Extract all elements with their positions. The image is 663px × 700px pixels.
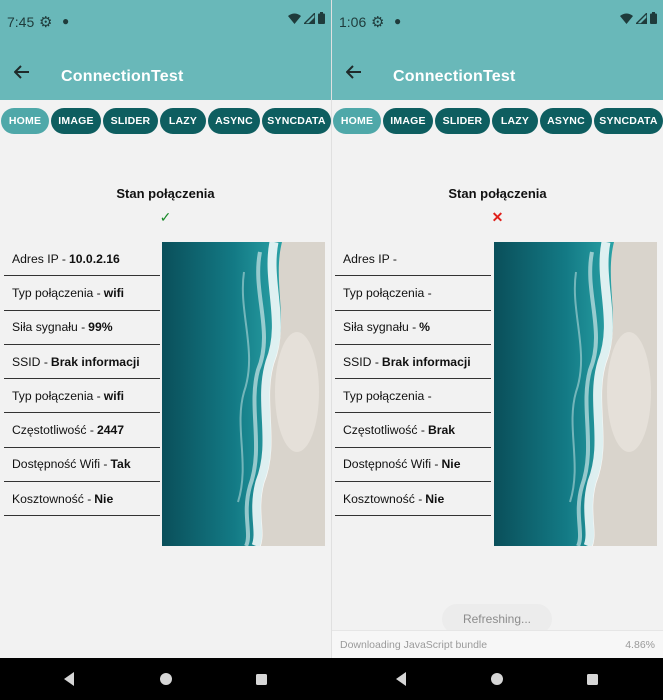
beach-image xyxy=(494,242,657,546)
tab-home[interactable]: HOME xyxy=(1,108,49,134)
cross-icon: ✕ xyxy=(491,209,504,225)
info-row-frequency: Częstotliwość - 2447 xyxy=(4,413,160,448)
info-row-ip: Adres IP - 10.0.2.16 xyxy=(4,242,160,277)
tab-bar: HOME IMAGE SLIDER LAZY ASYNC SYNCDATA xyxy=(333,108,663,134)
nav-home-button[interactable] xyxy=(489,671,505,687)
wifi-icon xyxy=(288,13,301,24)
app-title: ConnectionTest xyxy=(61,68,184,85)
info-row-frequency: Częstotliwość - Brak xyxy=(335,413,491,448)
screen-connected: 7:45 ⚙ ● ConnectionTest HOME IMAGE SLIDE… xyxy=(0,0,331,658)
info-row-connection-type-2: Typ połączenia - wifi xyxy=(4,379,160,414)
square-recents-icon xyxy=(255,673,267,685)
tab-lazy[interactable]: LAZY xyxy=(160,108,206,134)
notification-dot-icon: ● xyxy=(394,14,402,28)
tab-async[interactable]: ASYNC xyxy=(208,108,260,134)
status-bar: 7:45 ⚙ ● xyxy=(0,0,331,42)
tab-slider[interactable]: SLIDER xyxy=(103,108,158,134)
circle-home-icon xyxy=(491,673,503,685)
connection-info-list: Adres IP - Typ połączenia - Siła sygnału… xyxy=(335,242,491,517)
check-icon: ✓ xyxy=(159,209,172,225)
back-button[interactable] xyxy=(342,60,366,84)
nav-recents-button[interactable] xyxy=(253,671,269,687)
notification-dot-icon: ● xyxy=(62,14,70,28)
connection-state-title: Stan połączenia xyxy=(116,186,215,201)
tab-lazy[interactable]: LAZY xyxy=(492,108,538,134)
status-time: 1:06 xyxy=(339,14,367,30)
wifi-icon xyxy=(620,13,633,24)
nav-home-button[interactable] xyxy=(158,671,174,687)
download-percent: 4.86% xyxy=(625,638,655,651)
info-row-connection-type: Typ połączenia - xyxy=(335,276,491,311)
app-bar: ConnectionTest xyxy=(0,42,331,100)
screens: 7:45 ⚙ ● ConnectionTest HOME IMAGE SLIDE… xyxy=(0,0,663,658)
signal-icon xyxy=(636,12,647,24)
arrow-back-icon xyxy=(14,65,29,79)
info-row-signal-strength: Siła sygnału - % xyxy=(335,311,491,345)
gear-icon: ⚙ xyxy=(371,14,385,31)
status-icons xyxy=(620,12,657,24)
info-row-ssid: SSID - Brak informacji xyxy=(4,345,160,380)
nav-recents-button[interactable] xyxy=(584,671,600,687)
tab-async[interactable]: ASYNC xyxy=(540,108,592,134)
info-row-connection-type: Typ połączenia - wifi xyxy=(4,276,160,311)
info-row-wifi-availability: Dostępność Wifi - Nie xyxy=(335,448,491,483)
tab-image[interactable]: IMAGE xyxy=(383,108,433,134)
triangle-back-icon xyxy=(64,672,74,686)
tab-home[interactable]: HOME xyxy=(333,108,381,134)
status-bar: 1:06 ⚙ ● xyxy=(332,0,663,42)
info-row-ssid: SSID - Brak informacji xyxy=(335,345,491,380)
system-nav-bar xyxy=(0,658,663,700)
screen-disconnected: 1:06 ⚙ ● ConnectionTest HOME IMAGE SLIDE… xyxy=(332,0,663,658)
info-row-ip: Adres IP - xyxy=(335,242,491,277)
app-title: ConnectionTest xyxy=(393,68,516,85)
info-row-signal-strength: Siła sygnału - 99% xyxy=(4,311,160,345)
back-button[interactable] xyxy=(10,60,34,84)
connection-info-list: Adres IP - 10.0.2.16 Typ połączenia - wi… xyxy=(4,242,160,517)
info-row-wifi-availability: Dostępność Wifi - Tak xyxy=(4,448,160,483)
gear-icon: ⚙ xyxy=(39,14,53,31)
battery-icon xyxy=(650,12,657,24)
tab-bar: HOME IMAGE SLIDER LAZY ASYNC SYNCDATA xyxy=(1,108,331,134)
tab-syncdata[interactable]: SYNCDATA xyxy=(594,108,663,134)
info-row-cost: Kosztowność - Nie xyxy=(335,482,491,517)
arrow-back-icon xyxy=(346,65,361,79)
status-time: 7:45 xyxy=(7,14,35,30)
download-text: Downloading JavaScript bundle xyxy=(340,638,488,651)
square-recents-icon xyxy=(586,673,598,685)
signal-icon xyxy=(304,12,315,24)
status-icons xyxy=(288,12,325,24)
battery-icon xyxy=(318,12,325,24)
tab-syncdata[interactable]: SYNCDATA xyxy=(262,108,331,134)
download-bundle-bar: Downloading JavaScript bundle 4.86% xyxy=(332,630,663,658)
circle-home-icon xyxy=(160,673,172,685)
nav-back-button[interactable] xyxy=(393,671,409,687)
tab-slider[interactable]: SLIDER xyxy=(435,108,490,134)
info-row-cost: Kosztowność - Nie xyxy=(4,482,160,517)
info-row-connection-type-2: Typ połączenia - xyxy=(335,379,491,414)
app-bar: ConnectionTest xyxy=(332,42,663,100)
triangle-back-icon xyxy=(396,672,406,686)
nav-back-button[interactable] xyxy=(61,671,77,687)
tab-image[interactable]: IMAGE xyxy=(51,108,101,134)
connection-state-title: Stan połączenia xyxy=(448,186,547,201)
beach-image xyxy=(162,242,325,546)
